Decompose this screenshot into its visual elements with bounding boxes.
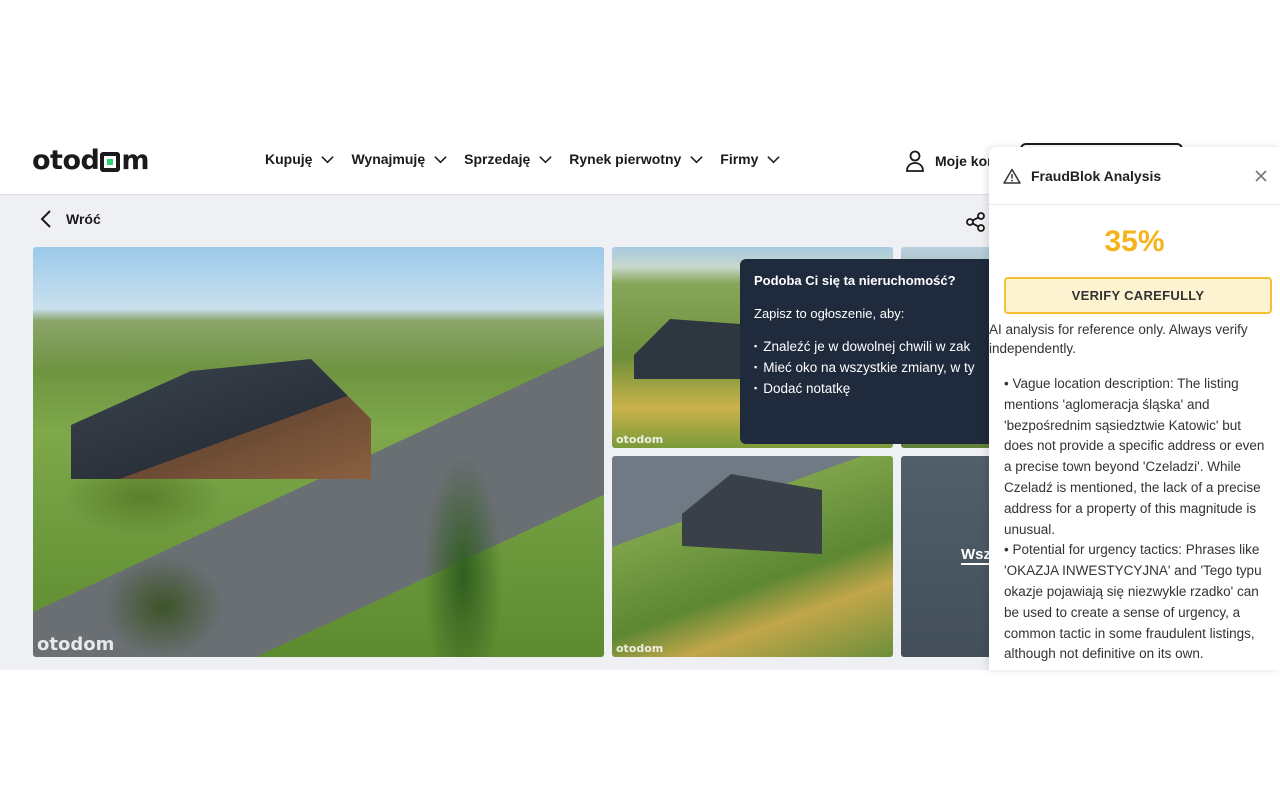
nav-label: Sprzedaję bbox=[464, 151, 531, 167]
finding-item: • Vague location description: The listin… bbox=[1004, 376, 1265, 537]
back-button[interactable]: Wróć bbox=[40, 209, 101, 229]
save-listing-tooltip: Podoba Ci się ta nieruchomość? Zapisz to… bbox=[740, 259, 1010, 444]
watermark: otodom bbox=[616, 433, 664, 446]
user-icon bbox=[906, 150, 924, 172]
logo-part-b: m bbox=[121, 145, 149, 176]
finding-item: • Potential for urgency tactics: Phrases… bbox=[1004, 542, 1262, 662]
tooltip-title: Podoba Ci się ta nieruchomość? bbox=[754, 273, 956, 288]
watermark: otodom bbox=[616, 642, 664, 655]
logo-square-icon bbox=[100, 151, 121, 172]
gallery-main-photo[interactable]: otodom bbox=[33, 247, 604, 657]
panel-title: FraudBlok Analysis bbox=[1031, 167, 1162, 184]
warning-icon bbox=[1003, 168, 1021, 184]
hotel-building-image bbox=[682, 474, 822, 554]
watermark: otodom bbox=[37, 634, 115, 655]
account-label: Moje kon bbox=[935, 153, 996, 169]
share-icon[interactable] bbox=[965, 211, 987, 233]
nav-item-kupuje[interactable]: Kupuję bbox=[265, 151, 335, 167]
tooltip-list: Znaleźć je w dowolnej chwili w zak Mieć … bbox=[754, 337, 996, 400]
chevron-down-icon bbox=[321, 155, 335, 163]
nav-item-firmy[interactable]: Firmy bbox=[720, 151, 781, 167]
chevron-down-icon bbox=[690, 155, 703, 163]
nav-item-rynek-pierwotny[interactable]: Rynek pierwotny bbox=[569, 151, 704, 167]
hotel-building-image bbox=[71, 359, 371, 479]
tooltip-subtitle: Zapisz to ogłoszenie, aby: bbox=[754, 306, 905, 321]
nav-item-wynajmuje[interactable]: Wynajmuję bbox=[351, 151, 448, 167]
chevron-down-icon bbox=[434, 155, 447, 163]
risk-score: 35% bbox=[1104, 225, 1165, 258]
nav-label: Firmy bbox=[720, 151, 759, 167]
chevron-down-icon bbox=[539, 155, 552, 163]
close-icon[interactable] bbox=[1254, 169, 1268, 183]
list-item: Mieć oko na wszystkie zmiany, w ty bbox=[754, 358, 996, 379]
findings-list: • Vague location description: The listin… bbox=[989, 374, 1280, 665]
see-all-photos-link[interactable]: Wsz bbox=[961, 546, 991, 565]
nav-label: Kupuję bbox=[265, 151, 313, 167]
gallery-photo-3[interactable]: otodom bbox=[612, 456, 893, 657]
nav-label: Rynek pierwotny bbox=[569, 151, 682, 167]
my-account-link[interactable]: Moje kon bbox=[905, 150, 996, 172]
hotel-building-image bbox=[634, 319, 754, 379]
list-item: Dodać notatkę bbox=[754, 379, 996, 400]
otodom-logo[interactable]: otod m bbox=[32, 145, 149, 176]
list-item: Znaleźć je w dowolnej chwili w zak bbox=[754, 337, 996, 358]
main-nav: Kupuję Wynajmuję Sprzedaję Rynek pierwot… bbox=[265, 151, 781, 167]
nav-item-sprzedaje[interactable]: Sprzedaję bbox=[464, 151, 553, 167]
chevron-left-icon bbox=[40, 210, 51, 228]
gallery-photo-5[interactable]: Wsz bbox=[901, 456, 1001, 657]
fraudblok-header: FraudBlok Analysis bbox=[989, 147, 1280, 205]
back-label: Wróć bbox=[66, 211, 101, 227]
fraudblok-panel: FraudBlok Analysis 35% VERIFY CAREFULLY … bbox=[989, 147, 1280, 670]
disclaimer-text: AI analysis for reference only. Always v… bbox=[989, 322, 1248, 356]
chevron-down-icon bbox=[767, 155, 781, 163]
nav-label: Wynajmuję bbox=[351, 151, 426, 167]
verdict-badge: VERIFY CAREFULLY bbox=[1004, 277, 1272, 314]
logo-part-a: otod bbox=[32, 145, 100, 176]
